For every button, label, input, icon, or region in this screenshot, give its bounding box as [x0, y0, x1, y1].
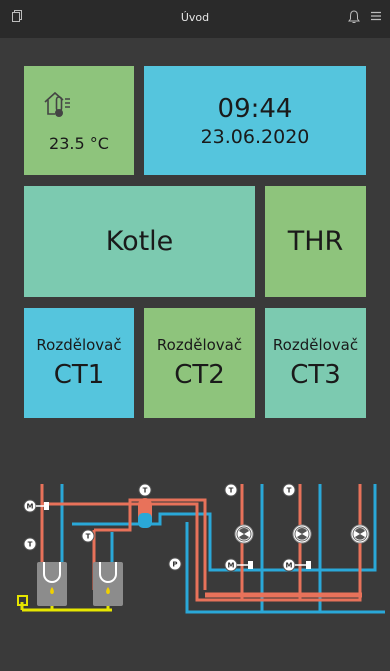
page-title: Úvod [180, 11, 210, 24]
distributor-label: Rozdělovač [272, 336, 359, 354]
svg-text:M: M [286, 562, 293, 570]
temperature-value: 23.5 °C [49, 134, 109, 153]
svg-text:T: T [143, 487, 148, 495]
kotle-tile[interactable]: Kotle [24, 186, 255, 297]
temperature-sensor-icon[interactable]: T [81, 529, 95, 543]
pressure-sensor-icon[interactable]: P [168, 557, 182, 571]
temperature-tile[interactable]: 23.5 °C [24, 66, 134, 175]
top-bar: Úvod [0, 0, 390, 38]
svg-text:T: T [287, 487, 292, 495]
distributor-label: Rozdělovač [36, 336, 122, 354]
heating-system-diagram: M T T T P T T M M [17, 483, 385, 614]
temperature-sensor-icon[interactable]: T [138, 483, 152, 497]
thr-tile[interactable]: THR [265, 186, 366, 297]
temperature-sensor-icon[interactable]: T [282, 483, 296, 497]
svg-text:T: T [229, 487, 234, 495]
boiler-2[interactable] [93, 562, 123, 606]
svg-text:T: T [28, 541, 33, 549]
distributor-number: CT3 [290, 360, 341, 390]
thr-label: THR [287, 226, 344, 257]
fan-icon [292, 524, 312, 544]
svg-text:T: T [86, 533, 91, 541]
fan-icon [350, 524, 370, 544]
distributor-number: CT1 [53, 360, 105, 390]
distributor-tile-ct2[interactable]: Rozdělovač CT2 [144, 308, 255, 418]
thermometer-home-icon [43, 88, 77, 124]
temperature-sensor-icon[interactable]: T [23, 537, 37, 551]
kotle-label: Kotle [105, 226, 174, 257]
distributor-tile-ct3[interactable]: Rozdělovač CT3 [265, 308, 366, 418]
distributor-number: CT2 [174, 360, 225, 390]
svg-text:P: P [172, 561, 177, 569]
menu-icon[interactable] [370, 10, 382, 26]
distributor-tile-ct1[interactable]: Rozdělovač CT1 [24, 308, 134, 418]
svg-text:M: M [228, 562, 235, 570]
boiler-1[interactable] [37, 562, 67, 606]
clock-tile: 09:44 23.06.2020 [144, 66, 366, 175]
distributor-label: Rozdělovač [156, 336, 243, 354]
clock-date: 23.06.2020 [200, 125, 310, 148]
clock-time: 09:44 [217, 93, 293, 124]
svg-text:M: M [27, 503, 34, 511]
fan-icon [234, 524, 254, 544]
temperature-sensor-icon[interactable]: T [224, 483, 238, 497]
bell-icon[interactable] [348, 10, 360, 28]
